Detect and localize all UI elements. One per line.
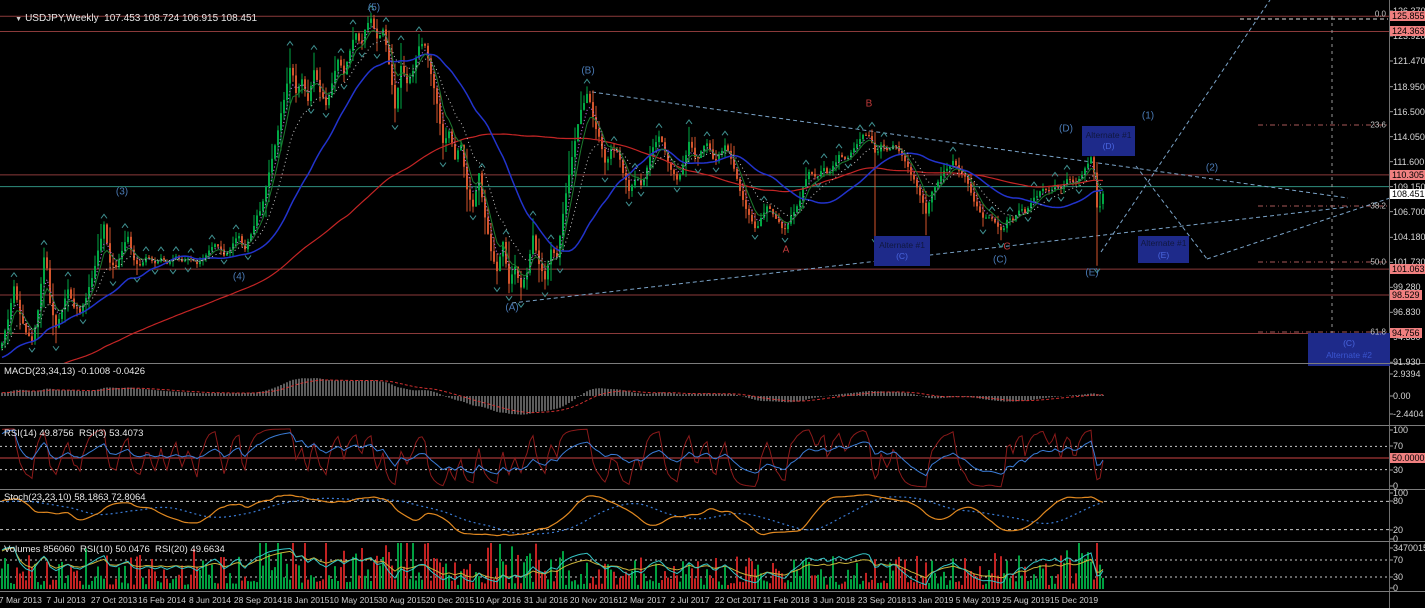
date-label: 13 Jan 2019 (906, 595, 954, 605)
date-label: 10 May 2015 (329, 595, 379, 605)
date-label: 12 Mar 2017 (618, 595, 666, 605)
annotation-box-text: (D) (1102, 141, 1115, 151)
annotation-box-text: Alternate #1 (1140, 238, 1187, 249)
pane-separator[interactable] (0, 541, 1425, 542)
date-label: 8 Jun 2014 (188, 595, 232, 605)
pane-separator[interactable] (0, 363, 1425, 364)
wave-label[interactable]: C (1003, 242, 1010, 253)
price-tick-label: 121.470 (1393, 55, 1425, 66)
wave-label[interactable]: (4) (233, 272, 245, 283)
date-label: 18 Jan 2015 (282, 595, 330, 605)
pane-separator[interactable] (0, 591, 1425, 592)
indicator-tick-label: 30 (1393, 572, 1404, 582)
date-label: 20 Nov 2016 (569, 595, 619, 605)
current-price-badge: 108.451 (1390, 188, 1425, 199)
fib-level-label: 61.8 (1370, 327, 1386, 337)
price-level-badge: 98.529 (1390, 289, 1422, 300)
date-label: 25 Aug 2019 (1002, 595, 1050, 605)
stoch-indicator-label: Stoch(23,23,10) 58.1863 72.8064 (4, 492, 146, 503)
volumes-indicator-label: Volumes 856060 RSI(10) 50.0476 RSI(20) 4… (4, 544, 225, 555)
price-tick-label: 91.930 (1393, 357, 1421, 368)
price-tick-label: 118.950 (1393, 81, 1425, 92)
price-level-badge: 94.756 (1390, 328, 1422, 339)
date-label: 15 Dec 2019 (1049, 595, 1099, 605)
indicator-tick-label: -2.4404 (1393, 409, 1424, 419)
annotation-box[interactable]: Alternate #1 (E) (1138, 236, 1189, 263)
date-label: 20 Dec 2015 (425, 595, 475, 605)
date-label: 27 Oct 2013 (90, 595, 138, 605)
wave-label[interactable]: (3) (116, 187, 128, 198)
fib-level-label: 38.2 (1370, 201, 1386, 211)
pane-separator[interactable] (0, 425, 1425, 426)
macd-indicator-label: MACD(23,34,13) -0.1008 -0.0426 (4, 366, 145, 377)
date-label: 16 Feb 2014 (138, 595, 186, 605)
symbol-title[interactable]: ▼ USDJPY,Weekly 107.453 108.724 106.915 1… (4, 2, 257, 35)
rsi-indicator-label: RSI(14) 49.8756 RSI(3) 53.4073 (4, 428, 144, 439)
indicator-tick-label: 2.9394 (1393, 369, 1421, 379)
date-label: 5 May 2019 (955, 595, 1001, 605)
indicator-tick-label: 70 (1393, 441, 1404, 451)
price-tick-label: 104.180 (1393, 232, 1425, 243)
price-tick-label: 114.050 (1393, 131, 1425, 142)
date-label: 7 Jul 2013 (46, 595, 86, 605)
symbol-dropdown-icon[interactable]: ▼ (15, 16, 22, 23)
wave-label[interactable]: (5) (368, 3, 380, 14)
chart-canvas[interactable] (0, 0, 1425, 608)
ohlc-values: 107.453 108.724 106.915 108.451 (104, 13, 258, 24)
wave-label[interactable]: (C) (993, 255, 1007, 266)
price-tick-label: 96.830 (1393, 307, 1421, 318)
symbol-label: USDJPY,Weekly (25, 13, 99, 24)
date-label: 23 Sep 2018 (857, 595, 907, 605)
price-tick-label: 106.700 (1393, 206, 1425, 217)
indicator-tick-label: 80 (1393, 496, 1404, 506)
price-level-badge: 124.363 (1390, 26, 1425, 37)
wave-label[interactable]: B (866, 99, 873, 110)
wave-label[interactable]: A (783, 245, 790, 256)
price-level-badge: 110.305 (1390, 169, 1425, 180)
indicator-tick-label: 0 (1393, 583, 1399, 593)
date-label: 17 Mar 2013 (0, 595, 42, 605)
fib-level-label: 23.6 (1370, 120, 1386, 130)
pane-separator[interactable] (0, 489, 1425, 490)
indicator-tick-label: 70 (1393, 555, 1404, 565)
annotation-box[interactable]: Alternate #1 (D) (1082, 126, 1135, 156)
price-level-badge: 125.855 (1390, 11, 1425, 22)
annotation-box-text: Alternate #1 (879, 239, 925, 250)
price-level-badge: 101.063 (1390, 264, 1425, 275)
chart-window: ▼ USDJPY,Weekly 107.453 108.724 106.915 1… (0, 0, 1425, 608)
date-label: 10 Apr 2016 (475, 595, 521, 605)
date-label: 3 Jun 2018 (812, 595, 856, 605)
indicator-tick-label: 30 (1393, 465, 1404, 475)
date-label: 11 Feb 2018 (762, 595, 810, 605)
date-label: 2 Jul 2017 (670, 595, 710, 605)
wave-label[interactable]: (B) (581, 66, 594, 77)
indicator-tick-label: 3470015 (1393, 543, 1425, 553)
date-label: 31 Jul 2016 (524, 595, 568, 605)
annotation-box-text: (E) (1157, 249, 1170, 260)
fib-level-label: 50.0 (1370, 257, 1386, 267)
wave-label[interactable]: (E) (1085, 268, 1098, 279)
wave-label[interactable]: (2) (1206, 163, 1218, 174)
price-tick-label: 116.500 (1393, 106, 1425, 117)
annotation-box-text: (C) (1343, 338, 1355, 349)
wave-label[interactable]: (A) (505, 303, 518, 314)
wave-label[interactable]: (D) (1059, 124, 1073, 135)
fib-level-label: 0.0 (1374, 9, 1386, 19)
annotation-box[interactable]: Alternate #1 (C) (874, 236, 930, 266)
date-label: 30 Aug 2015 (378, 595, 426, 605)
date-label: 28 Sep 2014 (233, 595, 283, 605)
indicator-tick-label: 0.00 (1393, 391, 1411, 401)
annotation-box[interactable]: (C) Alternate #2 (1308, 333, 1390, 366)
annotation-box-text: Alternate #1 (1085, 129, 1132, 140)
annotation-box-text: (C) (896, 251, 908, 261)
indicator-tick-label: 100 (1393, 425, 1409, 435)
date-label: 22 Oct 2017 (714, 595, 762, 605)
wave-label[interactable]: (1) (1142, 111, 1154, 122)
price-tick-label: 111.600 (1393, 156, 1425, 167)
annotation-box-text: Alternate #2 (1326, 349, 1372, 360)
rsi-level-badge: 50.0000 (1390, 453, 1425, 463)
